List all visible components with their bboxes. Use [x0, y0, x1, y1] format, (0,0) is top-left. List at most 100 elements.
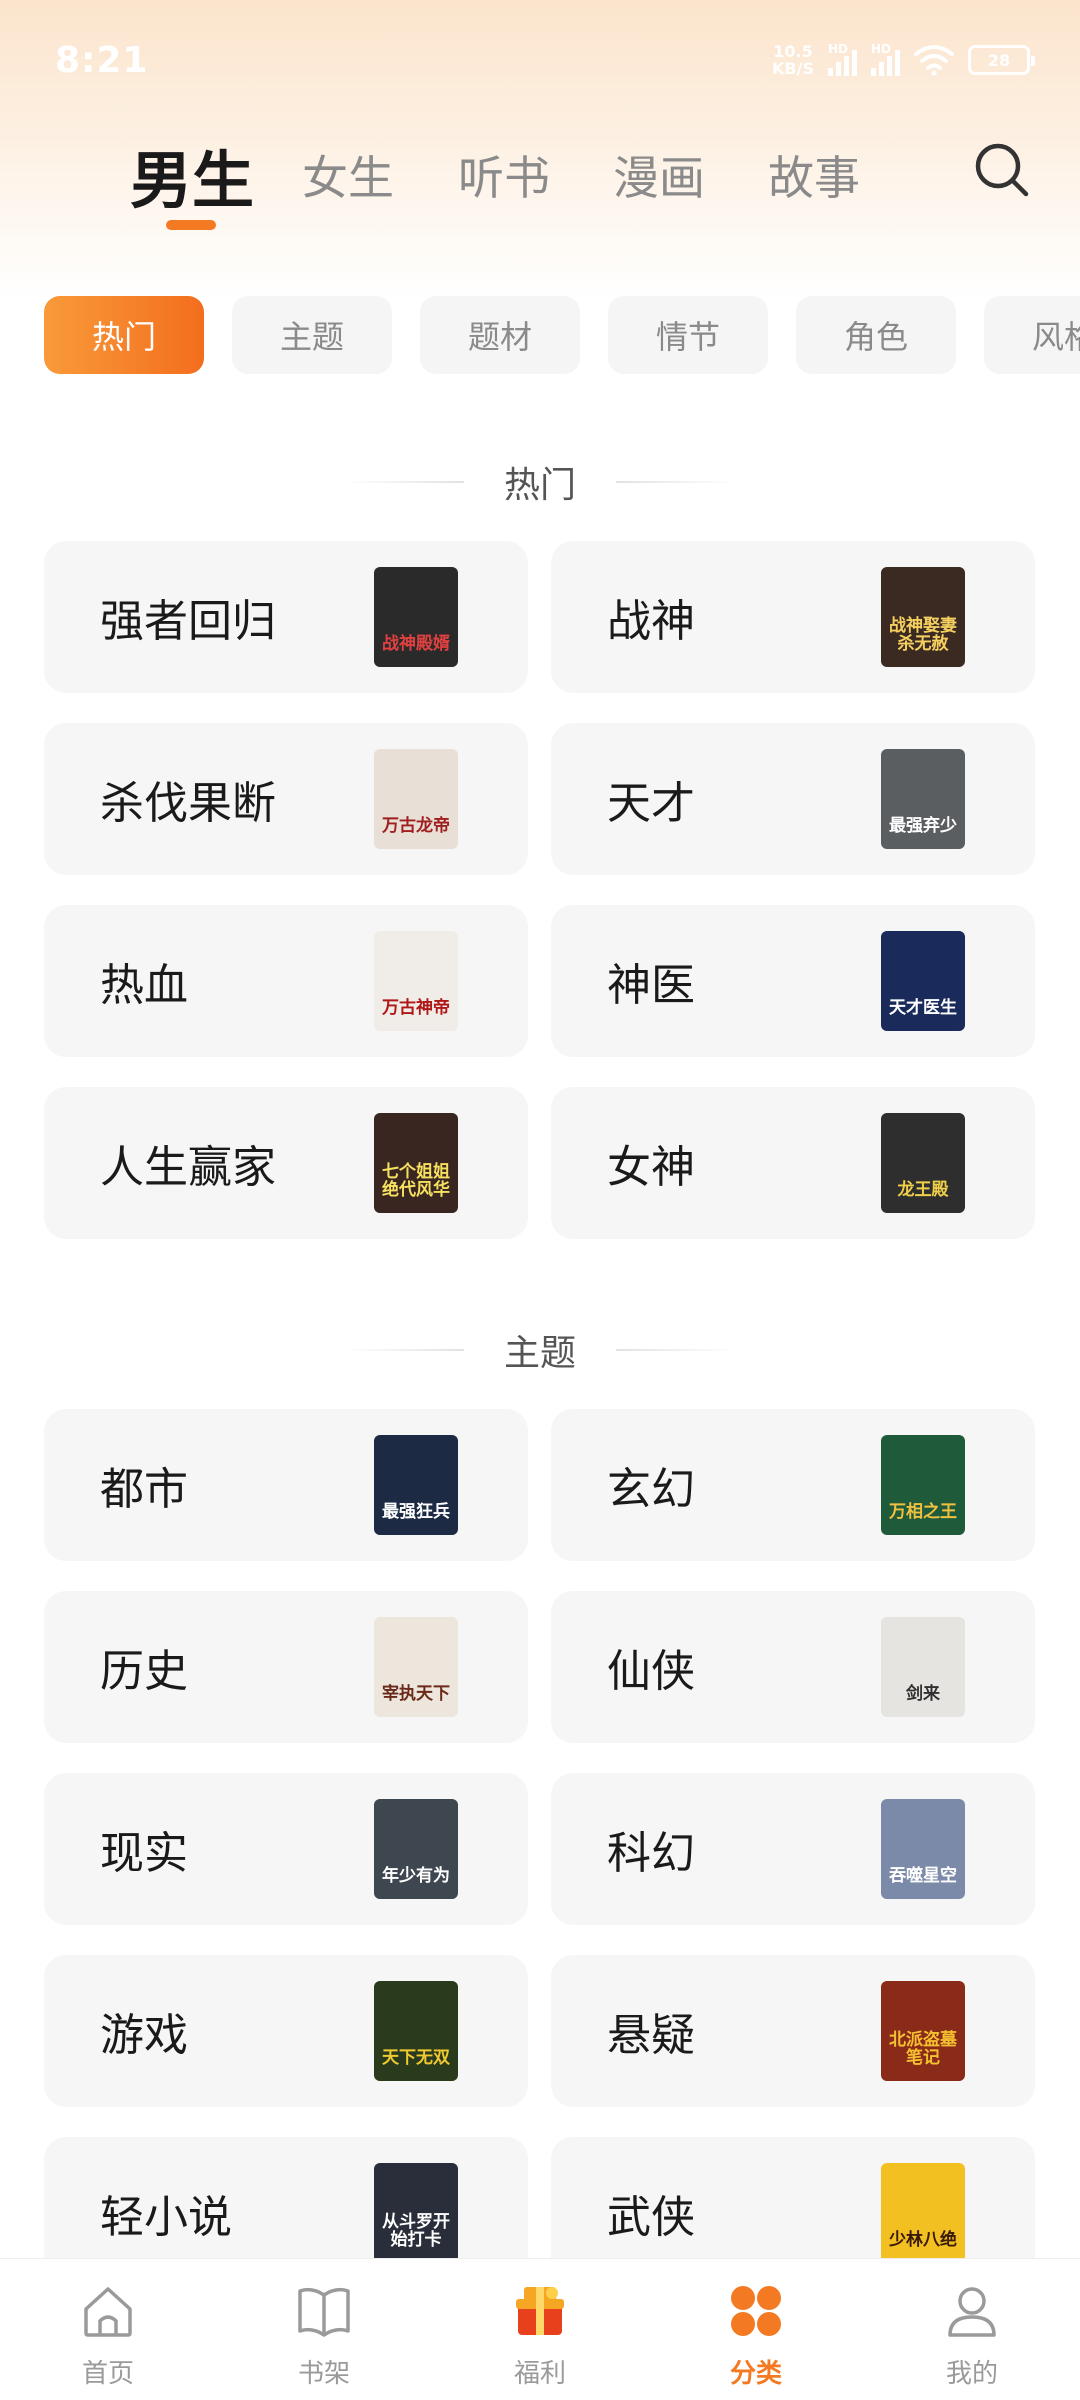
book-cover: 天才医生: [881, 931, 965, 1031]
signal-icon: HD: [828, 42, 857, 76]
book-cover-title: 少林八绝: [889, 2230, 957, 2250]
chip-theme[interactable]: 主题: [232, 296, 392, 374]
book-cover-title: 天才医生: [889, 998, 957, 1018]
nav-home-label: 首页: [81, 2359, 134, 2389]
status-time: 8:21: [55, 39, 149, 81]
book-cover-title: 最强狂兵: [382, 1502, 450, 1522]
category-label: 悬疑: [607, 2010, 695, 2061]
category-card[interactable]: 历史宰执天下: [44, 1591, 528, 1743]
chip-hot[interactable]: 热门: [44, 296, 204, 374]
status-bar: 8:21 10.5 KB/S HD HD 28: [0, 0, 1080, 120]
section-title-text: 热门: [503, 465, 576, 506]
category-card[interactable]: 玄幻 万相之王: [551, 1409, 1035, 1561]
category-card[interactable]: 天才 最强弃少: [551, 723, 1035, 875]
tab-comics[interactable]: 漫画: [613, 130, 705, 220]
category-card[interactable]: 战神 战神娶妻杀无赦: [551, 541, 1035, 693]
wifi-icon: [914, 45, 954, 76]
chip-plot[interactable]: 情节: [608, 296, 768, 374]
category-label: 玄幻: [607, 1464, 695, 1515]
category-card[interactable]: 杀伐果断万古龙帝: [44, 723, 528, 875]
category-label: 现实: [100, 1828, 188, 1879]
category-card[interactable]: 游戏 天下无双: [44, 1955, 528, 2107]
book-cover-title: 从斗罗开始打卡: [382, 2212, 450, 2250]
category-label: 战神: [607, 596, 695, 647]
category-label: 天才: [607, 778, 695, 829]
book-cover: 龙王殿: [881, 1113, 965, 1213]
book-cover: 战神殿婿: [374, 567, 458, 667]
nav-welfare-label: 福利: [513, 2359, 566, 2389]
category-label: 杀伐果断: [100, 778, 276, 829]
gift-icon: [516, 2287, 564, 2335]
book-cover-title: 年少有为: [382, 1866, 450, 1886]
hd-label: HD: [828, 42, 849, 56]
book-cover: 战神娶妻杀无赦: [881, 567, 965, 667]
network-speed: 10.5 KB/S: [772, 43, 814, 77]
category-card[interactable]: 女神 龙王殿: [551, 1087, 1035, 1239]
book-cover: 剑来: [881, 1617, 965, 1717]
book-cover: 七个姐姐绝代风华: [374, 1113, 458, 1213]
nav-welfare[interactable]: 福利: [432, 2259, 648, 2400]
hd-label-2: HD: [871, 42, 892, 56]
tab-audiobook[interactable]: 听书: [458, 130, 550, 220]
book-cover-title: 战神娶妻杀无赦: [889, 616, 957, 654]
category-card[interactable]: 人生赢家 七个姐姐绝代风华: [44, 1087, 528, 1239]
book-cover: 北派盗墓笔记: [881, 1981, 965, 2081]
bottom-navigation: 首页 书架 福利 分类 我的: [0, 2258, 1080, 2400]
status-icons: 10.5 KB/S HD HD 28: [772, 42, 1035, 77]
nav-category[interactable]: 分类: [648, 2259, 864, 2400]
category-label: 人生赢家: [100, 1142, 276, 1193]
book-cover-title: 吞噬星空: [889, 1866, 957, 1886]
section-title-text: 主题: [503, 1333, 576, 1374]
section-title-hot: 热门: [0, 457, 1080, 507]
book-cover: 宰执天下: [374, 1617, 458, 1717]
tab-male[interactable]: 男生: [130, 130, 254, 220]
battery-level: 28: [987, 50, 1011, 70]
category-label: 强者回归: [100, 596, 276, 647]
home-icon: [84, 2287, 132, 2337]
category-card[interactable]: 仙侠剑来: [551, 1591, 1035, 1743]
search-icon[interactable]: [972, 140, 1032, 200]
category-card[interactable]: 都市最强狂兵: [44, 1409, 528, 1561]
chip-style[interactable]: 风格: [984, 296, 1080, 374]
category-label: 历史: [100, 1646, 188, 1697]
section-title-theme: 主题: [0, 1325, 1080, 1375]
tab-stories[interactable]: 故事: [768, 130, 860, 220]
book-cover-title: 剑来: [906, 1684, 940, 1704]
category-label: 仙侠: [607, 1646, 695, 1697]
book-cover-title: 万古龙帝: [382, 816, 450, 836]
category-card[interactable]: 热血 万古神帝: [44, 905, 528, 1057]
chip-role[interactable]: 角色: [796, 296, 956, 374]
book-cover: 天下无双: [374, 1981, 458, 2081]
nav-bookshelf-label: 书架: [297, 2359, 350, 2389]
category-card[interactable]: 现实年少有为: [44, 1773, 528, 1925]
category-card[interactable]: 强者回归战神殿婿: [44, 541, 528, 693]
network-speed-value: 10.5: [773, 42, 813, 61]
filter-chips: 热门 主题 题材 情节 角色 风格: [44, 296, 1080, 376]
nav-home[interactable]: 首页: [0, 2259, 216, 2400]
book-cover: 万相之王: [881, 1435, 965, 1535]
signal-icon-2: HD: [871, 42, 900, 76]
nav-bookshelf[interactable]: 书架: [216, 2259, 432, 2400]
active-tab-indicator: [166, 220, 216, 230]
top-tabs: 男生 女生 听书 漫画 故事: [0, 130, 1080, 240]
book-cover-title: 宰执天下: [382, 1684, 450, 1704]
category-label: 神医: [607, 960, 695, 1011]
category-label: 女神: [607, 1142, 695, 1193]
profile-icon: [948, 2287, 996, 2337]
category-card[interactable]: 神医天才医生: [551, 905, 1035, 1057]
category-icon: [731, 2286, 781, 2336]
nav-profile[interactable]: 我的: [864, 2259, 1080, 2400]
chip-subject[interactable]: 题材: [420, 296, 580, 374]
category-card[interactable]: 科幻吞噬星空: [551, 1773, 1035, 1925]
book-cover: 最强狂兵: [374, 1435, 458, 1535]
book-cover-title: 七个姐姐绝代风华: [382, 1162, 450, 1200]
book-cover: 万古龙帝: [374, 749, 458, 849]
book-cover: 从斗罗开始打卡: [374, 2163, 458, 2263]
book-cover: 吞噬星空: [881, 1799, 965, 1899]
category-label: 科幻: [607, 1828, 695, 1879]
category-card[interactable]: 悬疑 北派盗墓笔记: [551, 1955, 1035, 2107]
tab-female[interactable]: 女生: [302, 130, 394, 220]
book-cover-title: 战神殿婿: [382, 634, 450, 654]
network-speed-unit: KB/S: [772, 59, 814, 78]
category-label: 都市: [100, 1464, 188, 1515]
